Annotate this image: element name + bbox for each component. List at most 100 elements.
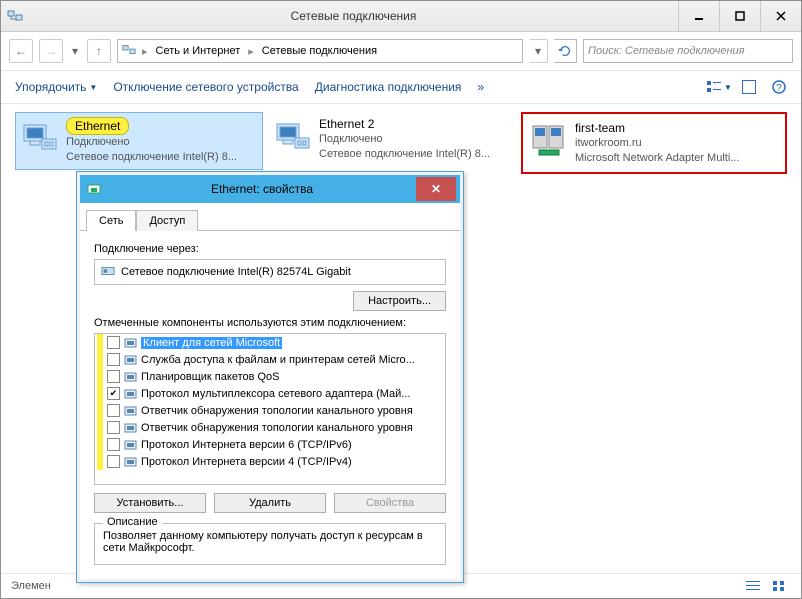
nic-icon — [101, 264, 115, 281]
highlight-marker — [97, 351, 103, 368]
view-mode-button[interactable]: ▼ — [705, 75, 733, 99]
component-item[interactable]: Служба доступа к файлам и принтерам сете… — [95, 351, 445, 368]
description-text: Позволяет данному компьютеру получать до… — [103, 530, 437, 554]
component-label: Протокол Интернета версии 6 (TCP/IPv6) — [141, 439, 352, 451]
breadcrumb-seg-2[interactable]: Сетевые подключения — [260, 45, 379, 57]
protocol-icon — [124, 438, 137, 451]
highlight-marker — [97, 419, 103, 436]
connection-item[interactable]: EthernetПодключеноСетевое подключение In… — [15, 112, 263, 170]
maximize-button[interactable] — [719, 1, 760, 31]
help-button[interactable]: ? — [765, 75, 793, 99]
connection-device: Сетевое подключение Intel(R) 8... — [66, 150, 237, 165]
highlight-marker — [97, 436, 103, 453]
refresh-button[interactable] — [554, 39, 577, 63]
components-list[interactable]: Клиент для сетей Microsoft Служба доступа… — [94, 333, 446, 485]
tab-network[interactable]: Сеть — [86, 210, 136, 231]
components-label: Отмеченные компоненты используются этим … — [94, 317, 446, 329]
component-label: Служба доступа к файлам и принтерам сете… — [141, 354, 415, 366]
nav-back[interactable]: ← — [9, 39, 33, 63]
component-checkbox[interactable] — [107, 370, 120, 383]
highlight-marker — [97, 402, 103, 419]
component-item[interactable]: Ответчик обнаружения топологии канальног… — [95, 419, 445, 436]
organize-menu[interactable]: Упорядочить▼ — [9, 76, 103, 98]
dialog-title: Ethernet: свойства — [108, 182, 416, 196]
search-input[interactable]: Поиск: Сетевые подключения — [583, 39, 793, 63]
nav-dropdown[interactable]: ▾ — [69, 40, 81, 62]
diagnose-button[interactable]: Диагностика подключения — [309, 76, 468, 98]
component-item[interactable]: ✔ Протокол мультиплексора сетевого адапте… — [95, 385, 445, 402]
status-text: Элемен — [11, 580, 51, 592]
chevron-right-icon: ▸ — [138, 45, 152, 58]
properties-dialog: Ethernet: свойства ✕ Сеть Доступ Подключ… — [76, 171, 464, 583]
component-label: Клиент для сетей Microsoft — [141, 337, 282, 349]
adapter-name: Сетевое подключение Intel(R) 82574L Giga… — [121, 266, 351, 278]
protocol-icon — [124, 370, 137, 383]
component-checkbox[interactable]: ✔ — [107, 387, 120, 400]
component-item[interactable]: Протокол Интернета версии 4 (TCP/IPv4) — [95, 453, 445, 470]
window-title: Сетевые подключения — [29, 9, 678, 23]
more-commands[interactable]: » — [471, 76, 490, 98]
protocol-icon — [124, 336, 137, 349]
component-checkbox[interactable] — [107, 336, 120, 349]
connection-device: Сетевое подключение Intel(R) 8... — [319, 147, 490, 162]
connection-item[interactable]: first-teamitworkroom.ruMicrosoft Network… — [525, 116, 783, 170]
component-label: Ответчик обнаружения топологии канальног… — [141, 405, 413, 417]
connection-name: first-team — [575, 120, 739, 136]
component-checkbox[interactable] — [107, 421, 120, 434]
dialog-close-button[interactable]: ✕ — [416, 177, 456, 201]
component-item[interactable]: Планировщик пакетов QoS — [95, 368, 445, 385]
component-checkbox[interactable] — [107, 438, 120, 451]
dropdown-history[interactable]: ▾ — [529, 39, 548, 63]
adapter-field: Сетевое подключение Intel(R) 82574L Giga… — [94, 259, 446, 285]
component-item[interactable]: Клиент для сетей Microsoft — [95, 334, 445, 351]
connection-item[interactable]: Ethernet 2ПодключеноСетевое подключение … — [269, 112, 515, 166]
component-checkbox[interactable] — [107, 353, 120, 366]
protocol-icon — [124, 353, 137, 366]
protocol-icon — [124, 404, 137, 417]
minimize-button[interactable] — [678, 1, 719, 31]
connection-name: Ethernet 2 — [319, 116, 490, 132]
connect-via-label: Подключение через: — [94, 243, 446, 255]
team-nic-icon — [529, 120, 569, 160]
nic-icon — [20, 117, 60, 157]
chevron-right-icon: ▸ — [244, 45, 258, 58]
disable-device-button[interactable]: Отключение сетевого устройства — [107, 76, 304, 98]
configure-button[interactable]: Настроить... — [353, 291, 446, 311]
component-label: Ответчик обнаружения топологии канальног… — [141, 422, 413, 434]
component-label: Протокол Интернета версии 4 (TCP/IPv4) — [141, 456, 352, 468]
breadcrumb[interactable]: ▸ Сеть и Интернет ▸ Сетевые подключения — [117, 39, 523, 63]
highlight-marker — [97, 334, 103, 351]
connection-device: Microsoft Network Adapter Multi... — [575, 151, 739, 166]
nav-up[interactable]: ↑ — [87, 39, 111, 63]
install-button[interactable]: Установить... — [94, 493, 206, 513]
uninstall-button[interactable]: Удалить — [214, 493, 326, 513]
breadcrumb-icon — [122, 43, 136, 60]
preview-pane-button[interactable] — [735, 75, 763, 99]
component-label: Протокол мультиплексора сетевого адаптер… — [141, 388, 410, 400]
highlight-marker — [97, 368, 103, 385]
connection-status: Подключено — [66, 135, 237, 150]
tab-access[interactable]: Доступ — [136, 210, 198, 231]
description-legend: Описание — [103, 516, 162, 528]
network-connections-icon — [7, 8, 23, 24]
component-label: Планировщик пакетов QoS — [141, 371, 280, 383]
nav-forward[interactable]: → — [39, 39, 63, 63]
highlight-marker — [97, 453, 103, 470]
details-view-button[interactable] — [741, 576, 765, 596]
component-item[interactable]: Ответчик обнаружения топологии канальног… — [95, 402, 445, 419]
connection-status: itworkroom.ru — [575, 136, 739, 151]
svg-text:?: ? — [776, 83, 782, 94]
highlight-marker — [97, 385, 103, 402]
component-checkbox[interactable] — [107, 455, 120, 468]
icons-view-button[interactable] — [767, 576, 791, 596]
connection-status: Подключено — [319, 132, 490, 147]
breadcrumb-seg-1[interactable]: Сеть и Интернет — [154, 45, 243, 57]
properties-button: Свойства — [334, 493, 446, 513]
protocol-icon — [124, 387, 137, 400]
protocol-icon — [124, 421, 137, 434]
component-item[interactable]: Протокол Интернета версии 6 (TCP/IPv6) — [95, 436, 445, 453]
protocol-icon — [124, 455, 137, 468]
close-button[interactable] — [760, 1, 801, 31]
component-checkbox[interactable] — [107, 404, 120, 417]
connection-name: Ethernet — [66, 117, 237, 135]
